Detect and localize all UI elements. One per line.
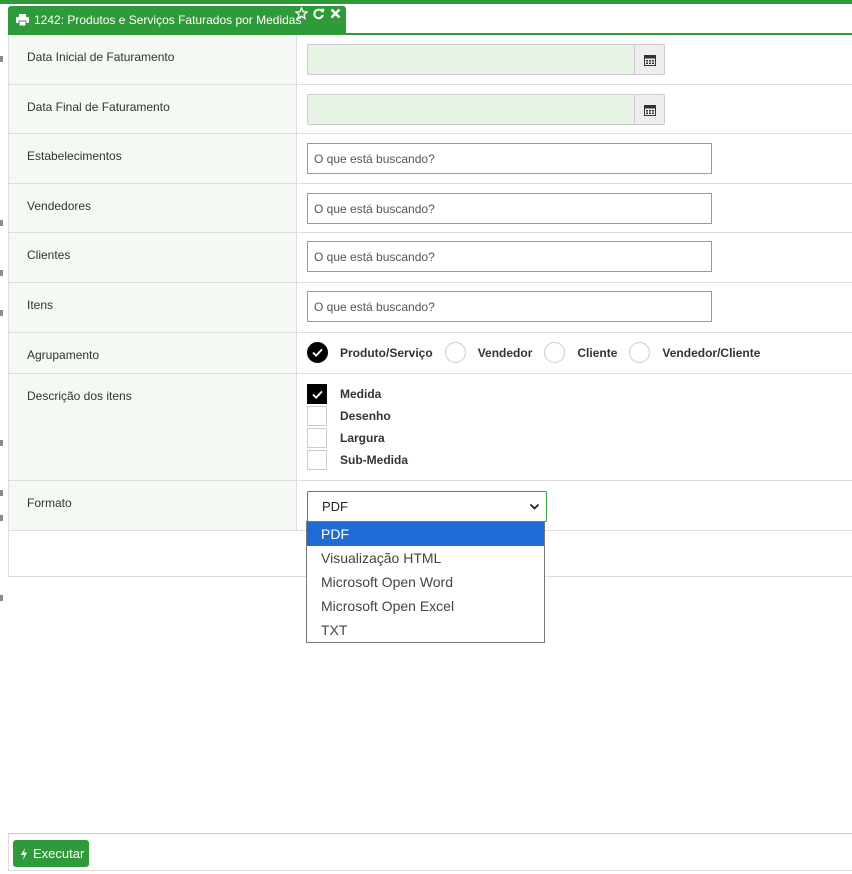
clientes-search-input[interactable] — [307, 241, 712, 272]
checkbox-label-largura[interactable]: Largura — [340, 431, 385, 445]
checkbox-sub-medida[interactable] — [307, 450, 327, 470]
dropdown-option-html[interactable]: Visualização HTML — [307, 546, 544, 570]
checkmark-icon — [312, 348, 323, 357]
row-agrupamento: Agrupamento Produto/Serviço Vendedor Cli… — [9, 333, 852, 374]
formato-dropdown-list: PDF Visualização HTML Microsoft Open Wor… — [306, 521, 545, 643]
checkbox-item-medida[interactable]: Medida — [307, 383, 408, 405]
calendar-button[interactable] — [634, 44, 665, 75]
radio-label-cliente[interactable]: Cliente — [577, 346, 617, 360]
footer-bar — [8, 834, 852, 871]
checkbox-item-largura[interactable]: Largura — [307, 427, 408, 449]
form-panel: Data Inicial de Faturamento Data Final d… — [8, 35, 852, 577]
row-clientes: Clientes — [9, 233, 852, 283]
estabelecimentos-search-input[interactable] — [307, 143, 712, 174]
label-data-inicial: Data Inicial de Faturamento — [27, 50, 175, 64]
execute-button-label: Executar — [33, 846, 85, 861]
row-vendedores: Vendedores — [9, 184, 852, 233]
radio-produto-servico[interactable] — [307, 342, 328, 363]
calendar-icon — [643, 54, 656, 66]
label-data-final: Data Final de Faturamento — [27, 100, 170, 114]
printer-icon — [16, 14, 29, 26]
dropdown-option-pdf[interactable]: PDF — [307, 522, 544, 546]
formato-select[interactable]: PDF — [307, 491, 547, 522]
row-descricao-itens: Descrição dos itens Medida Desenho Largu… — [9, 374, 852, 481]
agrupamento-radio-group: Produto/Serviço Vendedor Cliente Vendedo… — [307, 342, 772, 363]
radio-vendedor-cliente[interactable] — [629, 342, 651, 363]
star-icon[interactable] — [294, 6, 309, 20]
checkbox-largura[interactable] — [307, 428, 327, 448]
chevron-down-icon — [529, 503, 540, 510]
checkbox-label-desenho[interactable]: Desenho — [340, 409, 391, 423]
calendar-icon — [643, 104, 656, 116]
descricao-checkbox-list: Medida Desenho Largura Sub-Medida — [307, 383, 408, 471]
row-data-inicial: Data Inicial de Faturamento — [9, 35, 852, 85]
refresh-icon[interactable] — [312, 7, 325, 20]
close-icon[interactable] — [329, 7, 342, 20]
label-estabelecimentos: Estabelecimentos — [27, 149, 122, 163]
checkbox-label-medida[interactable]: Medida — [340, 387, 381, 401]
label-clientes: Clientes — [27, 248, 71, 262]
checkbox-desenho[interactable] — [307, 406, 327, 426]
checkbox-medida[interactable] — [307, 384, 327, 404]
tab-title: 1242: Produtos e Serviços Faturados por … — [34, 13, 302, 27]
execute-button[interactable]: Executar — [13, 840, 89, 867]
label-itens: Itens — [27, 298, 54, 312]
label-agrupamento: Agrupamento — [27, 348, 100, 362]
data-inicial-input[interactable] — [307, 44, 665, 75]
formato-selected-value: PDF — [322, 499, 348, 514]
left-edge-marks — [0, 40, 4, 640]
radio-label-vendedor-cliente[interactable]: Vendedor/Cliente — [662, 346, 760, 360]
label-formato: Formato — [27, 496, 72, 510]
label-vendedores: Vendedores — [27, 199, 92, 213]
checkbox-item-desenho[interactable]: Desenho — [307, 405, 408, 427]
vendedores-search-input[interactable] — [307, 193, 712, 224]
row-estabelecimentos: Estabelecimentos — [9, 134, 852, 184]
top-accent-bar — [0, 0, 852, 4]
dropdown-option-word[interactable]: Microsoft Open Word — [307, 570, 544, 594]
row-data-final: Data Final de Faturamento — [9, 85, 852, 134]
data-final-input[interactable] — [307, 94, 665, 125]
checkmark-icon — [311, 390, 323, 399]
report-tab[interactable]: 1242: Produtos e Serviços Faturados por … — [8, 6, 346, 34]
dropdown-option-txt[interactable]: TXT — [307, 618, 544, 642]
row-itens: Itens — [9, 283, 852, 333]
radio-cliente[interactable] — [544, 342, 566, 363]
radio-vendedor[interactable] — [444, 342, 466, 363]
checkbox-label-sub-medida[interactable]: Sub-Medida — [340, 453, 408, 467]
calendar-button[interactable] — [634, 94, 665, 125]
radio-label-vendedor[interactable]: Vendedor — [478, 346, 533, 360]
bolt-icon — [21, 847, 27, 860]
radio-label-produto-servico[interactable]: Produto/Serviço — [340, 346, 433, 360]
dropdown-option-excel[interactable]: Microsoft Open Excel — [307, 594, 544, 618]
itens-search-input[interactable] — [307, 291, 712, 322]
label-descricao-itens: Descrição dos itens — [27, 389, 132, 403]
checkbox-item-sub-medida[interactable]: Sub-Medida — [307, 449, 408, 471]
